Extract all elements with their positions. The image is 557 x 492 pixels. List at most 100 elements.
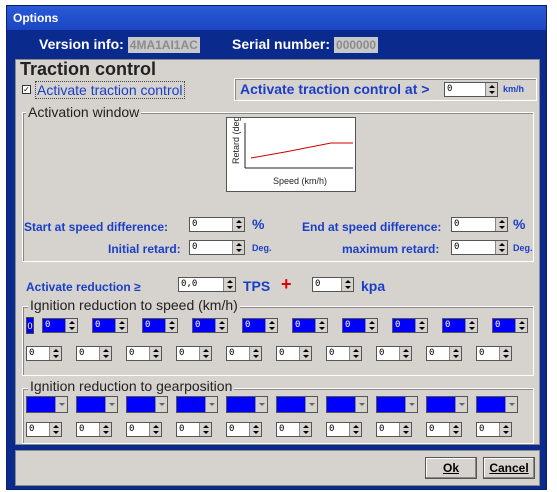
spinner-arrows-icon[interactable] bbox=[495, 218, 507, 231]
activate-at-spinner[interactable]: 0 bbox=[444, 82, 498, 97]
spinner-arrows-icon[interactable] bbox=[265, 319, 277, 332]
gear-spinner[interactable]: 0 bbox=[426, 422, 462, 437]
spinner-arrows-icon[interactable] bbox=[515, 319, 527, 332]
spinner-arrows-icon[interactable] bbox=[232, 218, 244, 231]
spinner-arrows-icon[interactable] bbox=[99, 423, 111, 436]
spinner-arrows-icon[interactable] bbox=[399, 347, 411, 360]
dropdown-arrow-icon[interactable] bbox=[405, 397, 417, 412]
spinner-arrows-icon[interactable] bbox=[199, 347, 211, 360]
speed-bottom-spinner[interactable]: 0 bbox=[176, 346, 212, 361]
speed-bottom-spinner[interactable]: 0 bbox=[426, 346, 462, 361]
speed-top-spinner[interactable]: 0 bbox=[492, 318, 528, 333]
spinner-arrows-icon[interactable] bbox=[215, 319, 227, 332]
gear-spinner[interactable]: 0 bbox=[226, 422, 262, 437]
gear-spinner[interactable]: 0 bbox=[276, 422, 312, 437]
spinner-arrows-icon[interactable] bbox=[495, 241, 507, 254]
speed-top-spinner[interactable]: 0 bbox=[42, 318, 78, 333]
dropdown-arrow-icon[interactable] bbox=[155, 397, 167, 412]
spinner-arrows-icon[interactable] bbox=[341, 278, 353, 291]
speed-bottom-spinner[interactable]: 0 bbox=[226, 346, 262, 361]
gear-dropdown[interactable] bbox=[376, 396, 418, 413]
spinner-arrows-icon[interactable] bbox=[465, 319, 477, 332]
speed-top-spinner[interactable]: 0 bbox=[392, 318, 428, 333]
speed-top-spinner[interactable]: 0 bbox=[92, 318, 128, 333]
spinner-arrows-icon[interactable] bbox=[449, 423, 461, 436]
spinner-arrows-icon[interactable] bbox=[65, 319, 77, 332]
gear-dropdown[interactable] bbox=[226, 396, 268, 413]
spinner-arrows-icon[interactable] bbox=[499, 347, 511, 360]
spinner-arrows-icon[interactable] bbox=[115, 319, 127, 332]
speed-bottom-spinner[interactable]: 0 bbox=[26, 346, 62, 361]
tps-spinner[interactable]: 0,0 bbox=[178, 277, 236, 292]
gear-dropdown[interactable] bbox=[126, 396, 168, 413]
spinner-arrows-icon[interactable] bbox=[199, 423, 211, 436]
gear-dropdown[interactable] bbox=[476, 396, 518, 413]
speed-bottom-spinner[interactable]: 0 bbox=[276, 346, 312, 361]
spinner-arrows-icon[interactable] bbox=[449, 347, 461, 360]
spinner-arrows-icon[interactable] bbox=[485, 83, 497, 96]
spinner-arrows-icon[interactable] bbox=[249, 347, 261, 360]
dropdown-arrow-icon[interactable] bbox=[255, 397, 267, 412]
spinner-arrows-icon[interactable] bbox=[149, 423, 161, 436]
dropdown-arrow-icon[interactable] bbox=[505, 397, 517, 412]
gear-dropdown[interactable] bbox=[76, 396, 118, 413]
speed-top-spinner[interactable]: 0 bbox=[242, 318, 278, 333]
speed-top-spinner[interactable]: 0 bbox=[292, 318, 328, 333]
dropdown-arrow-icon[interactable] bbox=[305, 397, 317, 412]
ok-button[interactable]: Ok bbox=[425, 457, 477, 479]
speed-top-spinner[interactable]: 0 bbox=[442, 318, 478, 333]
dropdown-arrow-icon[interactable] bbox=[355, 397, 367, 412]
dropdown-arrow-icon[interactable] bbox=[455, 397, 467, 412]
spinner-arrows-icon[interactable] bbox=[49, 423, 61, 436]
spinner-arrows-icon[interactable] bbox=[49, 347, 61, 360]
gear-spinner[interactable]: 0 bbox=[76, 422, 112, 437]
end-speed-spinner[interactable]: 0 bbox=[451, 217, 508, 232]
gear-dropdown[interactable] bbox=[276, 396, 318, 413]
gear-spinner[interactable]: 0 bbox=[376, 422, 412, 437]
speed-top-spinner[interactable]: 0 bbox=[192, 318, 228, 333]
spinner-arrows-icon[interactable] bbox=[349, 347, 361, 360]
spinner-arrows-icon[interactable] bbox=[165, 319, 177, 332]
gear-dropdown[interactable] bbox=[326, 396, 368, 413]
cancel-button[interactable]: Cancel bbox=[483, 457, 535, 479]
spinner-arrows-icon[interactable] bbox=[315, 319, 327, 332]
spinner-arrows-icon[interactable] bbox=[365, 319, 377, 332]
speed-top-spinner[interactable]: 0 bbox=[342, 318, 378, 333]
activate-traction-checkbox[interactable]: ✓ bbox=[22, 85, 31, 94]
gear-spinner[interactable]: 0 bbox=[176, 422, 212, 437]
dropdown-arrow-icon[interactable] bbox=[205, 397, 217, 412]
spinner-arrows-icon[interactable] bbox=[149, 347, 161, 360]
spinner-arrows-icon[interactable] bbox=[99, 347, 111, 360]
spinner-arrows-icon[interactable] bbox=[249, 423, 261, 436]
initial-retard-spinner[interactable]: 0 bbox=[189, 240, 245, 255]
max-retard-spinner[interactable]: 0 bbox=[451, 240, 508, 255]
gear-dropdown[interactable] bbox=[426, 396, 468, 413]
speed-bottom-spinner[interactable]: 0 bbox=[476, 346, 512, 361]
kpa-spinner[interactable]: 0 bbox=[312, 277, 354, 292]
spinner-arrows-icon[interactable] bbox=[232, 241, 244, 254]
speed-bottom-spinner[interactable]: 0 bbox=[326, 346, 362, 361]
dropdown-arrow-icon[interactable] bbox=[55, 397, 67, 412]
gear-spinner[interactable]: 0 bbox=[26, 422, 62, 437]
start-speed-spinner[interactable]: 0 bbox=[189, 217, 245, 232]
spinner-arrows-icon[interactable] bbox=[299, 347, 311, 360]
max-retard-label: maximum retard: bbox=[342, 242, 440, 256]
spinner-arrows-icon[interactable] bbox=[399, 423, 411, 436]
gear-spinner[interactable]: 0 bbox=[476, 422, 512, 437]
speed-bottom-spinner[interactable]: 0 bbox=[126, 346, 162, 361]
gear-dropdown[interactable] bbox=[26, 396, 68, 413]
activate-traction-label[interactable]: Activate traction control bbox=[35, 81, 185, 99]
spinner-arrows-icon[interactable] bbox=[223, 278, 235, 291]
spinner-arrows-icon[interactable] bbox=[299, 423, 311, 436]
gear-spinner[interactable]: 0 bbox=[126, 422, 162, 437]
speed-top-spinner[interactable]: 0 bbox=[142, 318, 178, 333]
spinner-arrows-icon[interactable] bbox=[349, 423, 361, 436]
gear-spinner[interactable]: 0 bbox=[326, 422, 362, 437]
spinner-arrows-icon[interactable] bbox=[499, 423, 511, 436]
spinner-arrows-icon[interactable] bbox=[415, 319, 427, 332]
dropdown-arrow-icon[interactable] bbox=[105, 397, 117, 412]
speed-first-field[interactable]: 0 bbox=[26, 317, 34, 334]
speed-bottom-spinner[interactable]: 0 bbox=[76, 346, 112, 361]
gear-dropdown[interactable] bbox=[176, 396, 218, 413]
speed-bottom-spinner[interactable]: 0 bbox=[376, 346, 412, 361]
